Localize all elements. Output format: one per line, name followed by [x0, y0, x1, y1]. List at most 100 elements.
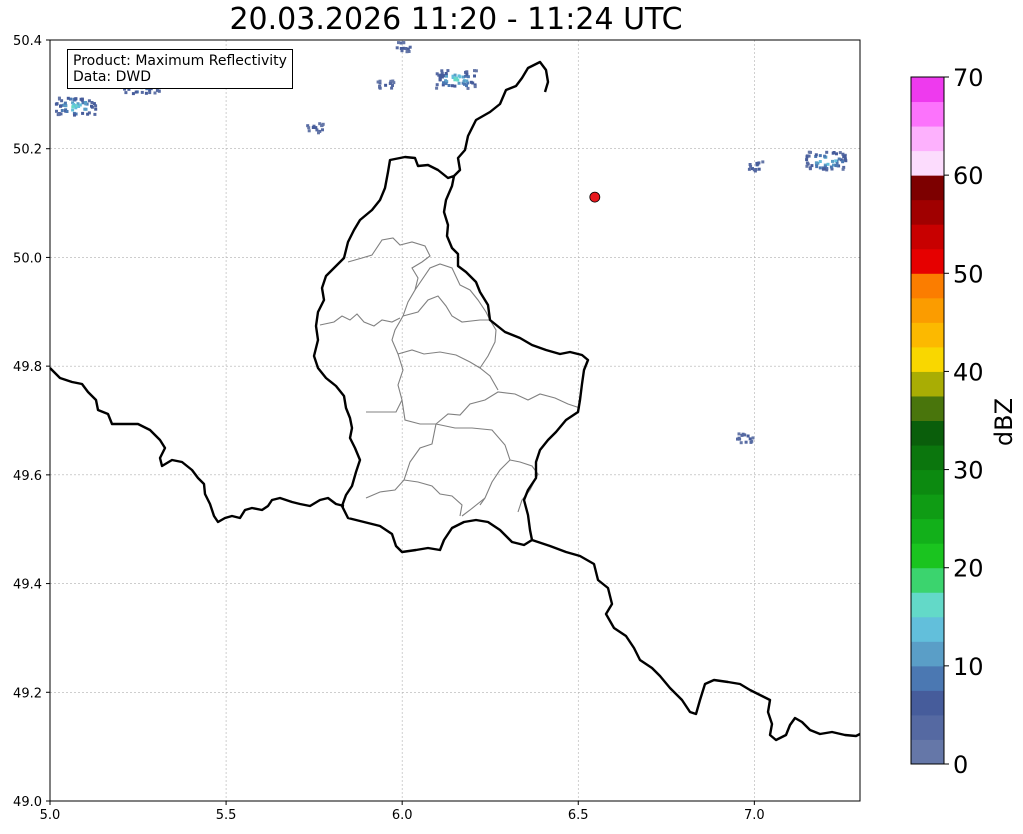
echo-pixel	[805, 158, 809, 162]
echo-pixel	[81, 111, 85, 115]
echo-pixel	[826, 162, 830, 166]
colorbar-segment	[911, 248, 944, 274]
lat-tick-label: 50.4	[13, 34, 42, 49]
echo-pixel	[71, 105, 75, 109]
colorbar-tick-label: 20	[953, 555, 984, 583]
echo-pixel	[756, 162, 760, 166]
echo-pixel	[148, 91, 152, 95]
echo-pixel	[739, 441, 743, 445]
echo-pixel	[435, 83, 439, 87]
colorbar-segment	[911, 690, 944, 716]
colorbar-segment	[911, 420, 944, 446]
echo-pixel	[83, 107, 87, 111]
echo-pixel	[435, 86, 439, 90]
echo-pixel	[307, 129, 311, 133]
echo-pixel	[837, 157, 841, 161]
echo-pixel	[307, 126, 311, 130]
echo-pixel	[838, 151, 842, 155]
echo-pixel	[806, 162, 810, 166]
echo-pixel	[84, 102, 88, 106]
product-info-box: Product: Maximum Reflectivity Data: DWD	[67, 49, 293, 89]
colorbar-segment	[911, 445, 944, 471]
echo-pixel	[818, 160, 822, 163]
echo-pixel	[66, 96, 70, 100]
lat-tick-label: 50.2	[13, 143, 42, 158]
echo-pixel	[473, 69, 476, 73]
echo-pixel	[395, 46, 399, 50]
echo-pixel	[808, 167, 812, 171]
echo-pixel	[473, 85, 477, 89]
echo-pixel	[825, 150, 829, 154]
echo-pixel	[749, 164, 753, 168]
echo-pixel	[131, 92, 135, 96]
lat-axis: 49.0 49.2 49.4 49.6 49.8 50.0 50.2 50.4	[13, 34, 50, 810]
colorbar-label: dBZ	[990, 398, 1018, 446]
echo-pixel	[59, 112, 63, 116]
echo-pixel	[747, 167, 751, 171]
echo-pixel	[442, 81, 445, 85]
echo-pixel	[140, 90, 144, 94]
echo-pixel	[54, 102, 58, 106]
lat-tick-label: 49.6	[13, 469, 42, 484]
echo-pixel	[814, 153, 818, 157]
colorbar-tick-label: 50	[953, 260, 984, 288]
product-label: Product: Maximum Reflectivity	[73, 53, 287, 69]
colorbar-segment	[911, 224, 944, 250]
echo-pixel	[94, 107, 98, 111]
echo-pixel	[841, 167, 845, 171]
echo-pixel	[124, 91, 128, 95]
echo-pixel	[157, 89, 161, 93]
echo-pixel	[841, 160, 845, 164]
echo-pixel	[453, 77, 457, 80]
echo-pixel	[55, 109, 58, 113]
colorbar-segment	[911, 494, 944, 520]
echo-pixel	[748, 437, 752, 441]
colorbar-tick-label: 10	[953, 653, 984, 681]
echo-pixel	[87, 99, 91, 103]
map-area[interactable]	[50, 40, 860, 801]
echo-pixel	[400, 49, 404, 53]
echo-pixel	[90, 105, 94, 109]
lon-tick-label: 6.5	[568, 808, 589, 823]
echo-pixel	[65, 110, 69, 113]
echo-pixel	[749, 440, 753, 444]
echo-pixel	[79, 97, 83, 101]
echo-pixel	[818, 166, 822, 170]
echo-pixel	[757, 167, 761, 171]
colorbar-segment	[911, 665, 944, 691]
colorbar-segment	[911, 322, 944, 348]
echo-pixel	[384, 83, 388, 87]
colorbar-segment	[911, 371, 944, 397]
colorbar-segment	[911, 543, 944, 569]
lon-tick-label: 7.0	[744, 808, 765, 823]
echo-pixel	[445, 74, 448, 78]
colorbar-ticks: 0 10 20 30 40 50 60 70	[944, 64, 984, 779]
echo-pixel	[71, 108, 75, 112]
echo-pixel	[318, 122, 322, 126]
echo-pixel	[815, 165, 819, 169]
echo-pixel	[59, 104, 62, 108]
colorbar-segment	[911, 395, 944, 421]
lon-tick-label: 5.5	[216, 808, 237, 823]
echo-pixel	[320, 123, 324, 127]
echo-pixel	[469, 80, 473, 84]
colorbar-tick-label: 40	[953, 358, 984, 386]
lat-tick-label: 49.2	[13, 686, 42, 701]
colorbar-segment	[911, 346, 944, 372]
echo-pixel	[831, 159, 834, 163]
colorbar-segment	[911, 641, 944, 667]
colorbar-segment	[911, 739, 944, 765]
lat-tick-label: 50.0	[13, 251, 42, 266]
echo-pixel	[737, 432, 741, 436]
echo-pixel	[93, 112, 97, 116]
lon-tick-label: 5.0	[40, 808, 61, 823]
echo-pixel	[810, 164, 814, 168]
location-marker[interactable]	[589, 191, 601, 203]
echo-pixel	[444, 72, 448, 75]
echo-pixel	[744, 440, 748, 444]
colorbar-segment	[911, 297, 944, 323]
echo-pixel	[823, 154, 827, 158]
echo-pixel	[153, 91, 157, 95]
echo-pixel	[86, 112, 90, 116]
echo-pixel	[809, 150, 812, 154]
